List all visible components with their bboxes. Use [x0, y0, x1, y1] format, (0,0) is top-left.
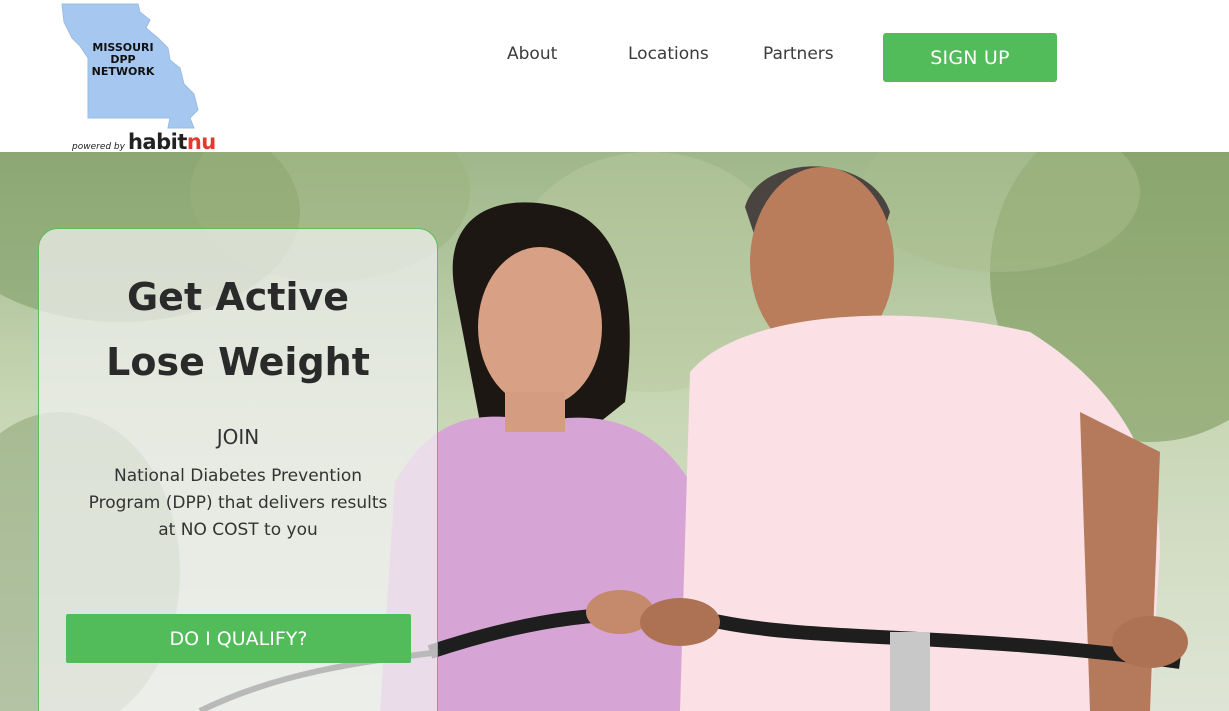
description-line-2: Program (DPP) that delivers results: [88, 493, 388, 513]
powered-by-habitnu: powered by habitnu: [72, 130, 216, 154]
site-header: MISSOURI DPP NETWORK powered by habitnu A…: [0, 0, 1229, 154]
description-line-1: National Diabetes Prevention: [114, 466, 362, 486]
logo-title: MISSOURI DPP NETWORK: [78, 42, 168, 78]
hero-headline: Get Active Lose Weight: [39, 265, 437, 395]
sign-up-button[interactable]: SIGN UP: [883, 33, 1057, 82]
logo-line-3: NETWORK: [91, 65, 155, 78]
habitnu-brand: habitnu: [128, 130, 216, 154]
nav-about[interactable]: About: [507, 44, 557, 64]
join-label: JOIN: [216, 425, 260, 449]
headline-line-2: Lose Weight: [106, 340, 370, 384]
promo-card: Get Active Lose Weight JOIN National Dia…: [38, 228, 438, 711]
hero-banner: Get Active Lose Weight JOIN National Dia…: [0, 152, 1229, 711]
nav-partners[interactable]: Partners: [763, 44, 834, 64]
missouri-dpp-logo[interactable]: MISSOURI DPP NETWORK powered by habitnu: [58, 2, 218, 154]
brand-main: habit: [127, 130, 187, 154]
powered-by-label: powered by: [72, 142, 125, 152]
headline-line-1: Get Active: [126, 275, 350, 319]
description-line-3: at NO COST to you: [158, 520, 318, 540]
nav-locations[interactable]: Locations: [628, 44, 709, 64]
brand-accent: nu: [186, 130, 216, 154]
program-description: National Diabetes Prevention Program (DP…: [39, 463, 437, 544]
do-i-qualify-button[interactable]: DO I QUALIFY?: [66, 614, 411, 663]
